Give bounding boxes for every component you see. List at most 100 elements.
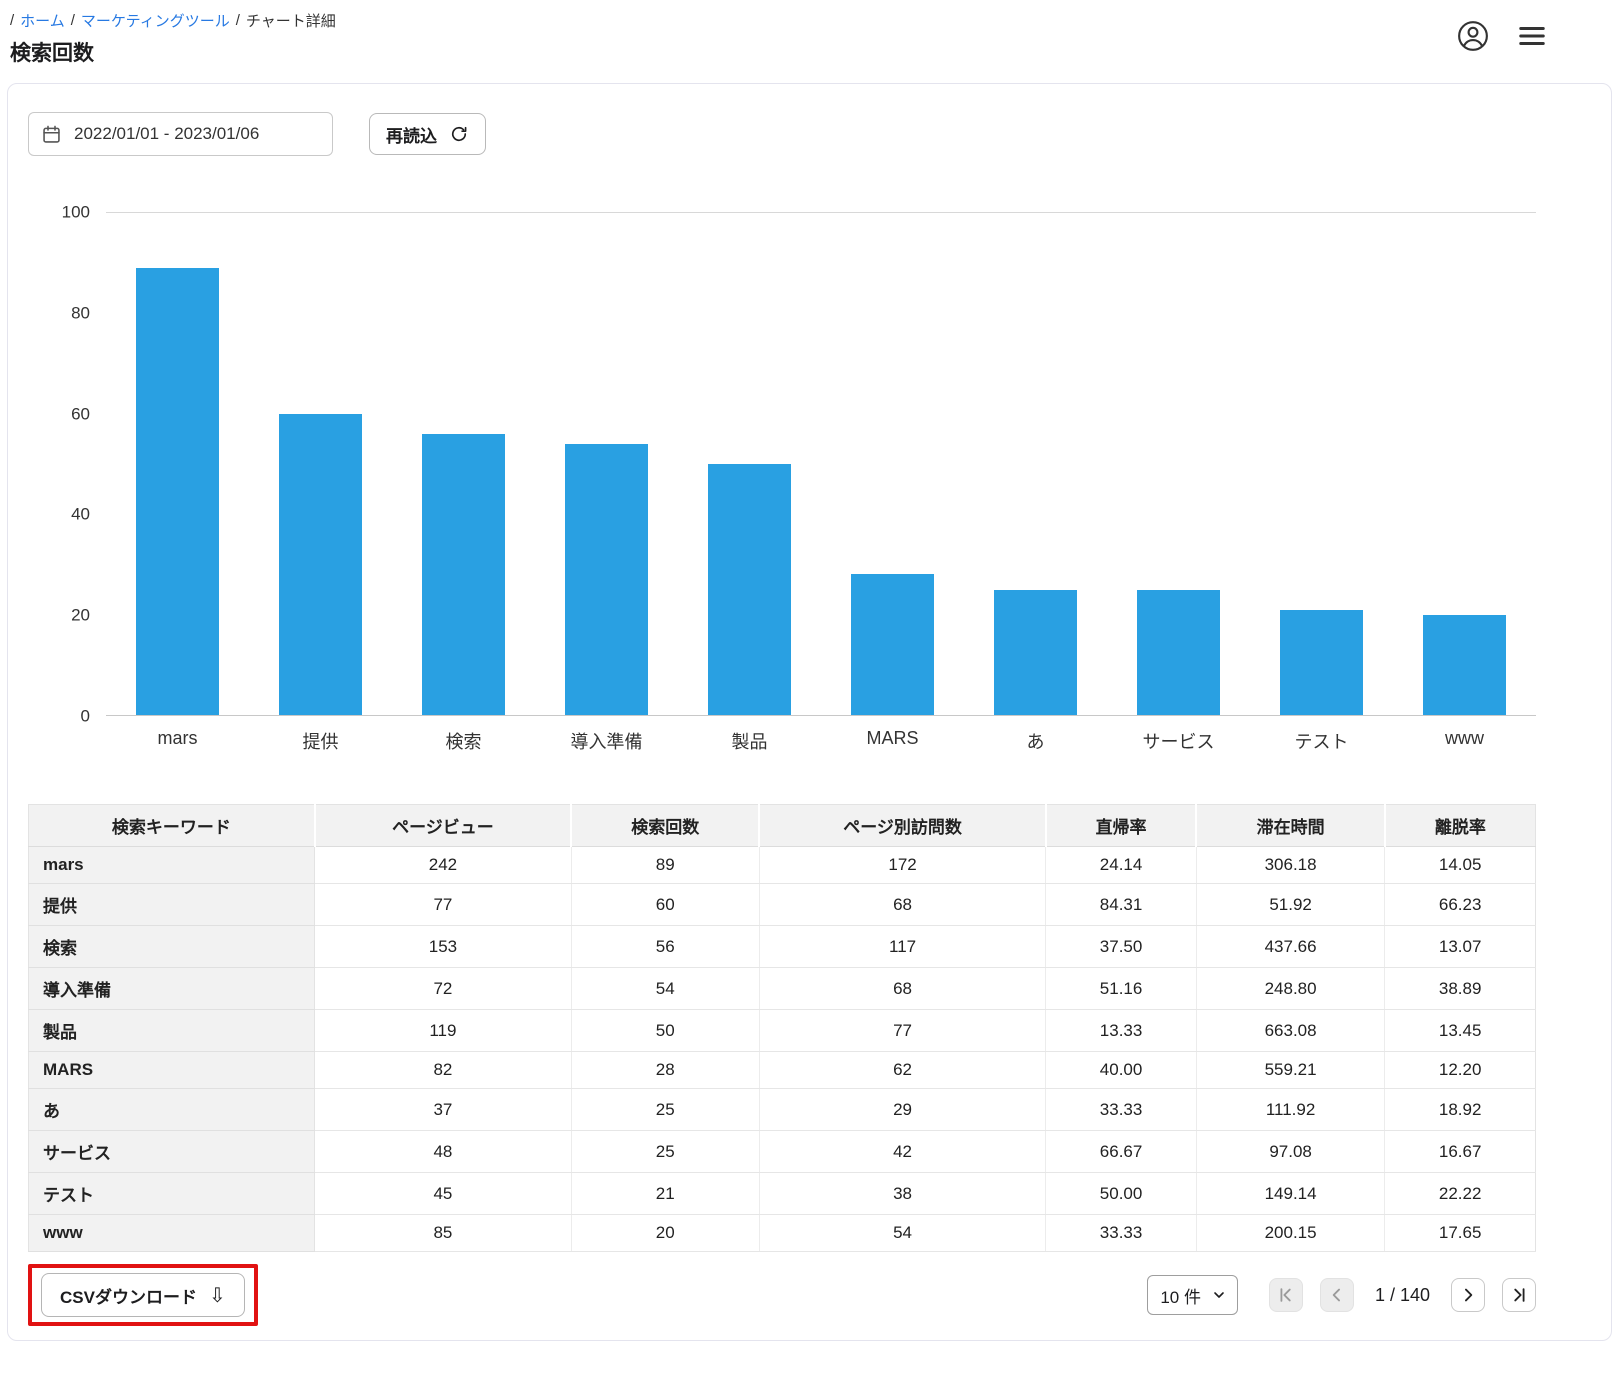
column-header: 直帰率 [1045,804,1198,847]
value-cell: 200.15 [1196,1214,1386,1252]
keyword-table: 検索キーワード ページビュー 検索回数 ページ別訪問数 直帰率 滞在時間 離脱率 mars 2… [28,804,1536,1252]
bar-あ[interactable] [994,589,1077,715]
value-cell: 21 [571,1172,760,1215]
bar-mars[interactable] [136,268,219,715]
value-cell: 85 [314,1214,572,1252]
value-cell: 60 [571,883,760,926]
table-row: www 85 20 54 33.33 200.15 17.65 [28,1214,1536,1252]
value-cell: 153 [314,925,572,968]
x-axis-label: www [1445,728,1484,748]
user-account-icon[interactable] [1457,20,1489,52]
bar-slot [249,213,392,715]
table-row: 製品 119 50 77 13.33 663.08 13.45 [28,1009,1536,1052]
keyword-cell: サービス [28,1130,316,1173]
keyword-cell: あ [28,1088,316,1131]
value-cell: 25 [571,1088,760,1131]
main-card: 2022/01/01 - 2023/01/06 再読込 0 20 40 60 80 100… [7,83,1612,1341]
first-page-button[interactable] [1268,1278,1303,1312]
y-axis-tick-label: 60 [71,404,90,424]
chevron-right-icon [1465,1288,1473,1302]
table-footer: CSVダウンロード ⇩ 10 件 1 / 140 [28,1264,1536,1326]
chart-y-axis: 0 20 40 60 80 100 [28,204,106,725]
x-axis-label: テスト [1294,732,1349,752]
bar-テスト[interactable] [1280,609,1363,715]
value-cell: 12.20 [1384,1051,1536,1089]
reload-button[interactable]: 再読込 [369,113,486,155]
date-range-value: 2022/01/01 - 2023/01/06 [74,124,260,143]
column-header: 滞在時間 [1196,804,1386,847]
bar-slot [1107,213,1250,715]
x-axis-label: あ [1026,732,1045,752]
bar-slot [535,213,678,715]
pagination: 10 件 1 / 140 [1147,1275,1536,1315]
column-header: 検索キーワード [28,804,316,847]
keyword-cell: 製品 [28,1009,316,1052]
csv-download-button[interactable]: CSVダウンロード ⇩ [41,1273,245,1317]
value-cell: 20 [571,1214,760,1252]
value-cell: 77 [759,1009,1047,1052]
breadcrumb-item[interactable]: マーケティングツール [81,10,230,31]
keyword-cell: 提供 [28,883,316,926]
value-cell: 38 [759,1172,1047,1215]
bar-www[interactable] [1423,614,1506,715]
table-row: mars 242 89 172 24.14 306.18 14.05 [28,846,1536,884]
previous-page-button[interactable] [1319,1278,1354,1312]
chart-plot-area [106,212,1536,716]
chart-toolbar: 2022/01/01 - 2023/01/06 再読込 [28,112,1536,156]
value-cell: 97.08 [1196,1130,1386,1173]
value-cell: 68 [759,883,1047,926]
csv-download-label: CSVダウンロード [60,1287,197,1307]
bar-slot [1393,213,1536,715]
bar-導入準備[interactable] [565,443,648,715]
page-size-select[interactable]: 10 件 [1147,1275,1238,1315]
value-cell: 33.33 [1045,1088,1197,1131]
chevron-left-icon [1332,1288,1340,1302]
bar-MARS[interactable] [851,574,934,715]
bar-chart: 0 20 40 60 80 100 mars 提供 検索 導入準備 製品 MARS あ サービス テスト w… [28,204,1536,754]
x-axis-label: 提供 [302,732,339,752]
table-header-row: 検索キーワード ページビュー 検索回数 ページ別訪問数 直帰率 滞在時間 離脱率 [28,804,1536,847]
y-axis-tick-label: 40 [71,504,90,524]
value-cell: 306.18 [1196,846,1386,884]
value-cell: 13.45 [1384,1009,1536,1052]
breadcrumb-separator: / [70,12,75,29]
bar-製品[interactable] [708,464,791,715]
keyword-cell: テスト [28,1172,316,1215]
y-axis-tick-label: 0 [80,706,90,726]
reload-button-label: 再読込 [386,126,437,146]
chevron-down-icon [1214,1292,1224,1298]
keyword-cell: MARS [28,1051,316,1089]
x-axis-label: MARS [866,728,919,748]
value-cell: 51.16 [1045,967,1197,1010]
column-header: 離脱率 [1384,804,1536,847]
y-axis-tick-label: 100 [61,202,90,222]
date-range-picker[interactable]: 2022/01/01 - 2023/01/06 [28,112,333,156]
value-cell: 56 [571,925,760,968]
bar-検索[interactable] [422,433,505,715]
value-cell: 54 [759,1214,1047,1252]
last-page-icon [1514,1288,1525,1302]
value-cell: 14.05 [1384,846,1536,884]
value-cell: 68 [759,967,1047,1010]
top-bar-left: / ホーム / マーケティングツール / チャート詳細 検索回数 [10,10,336,67]
value-cell: 38.89 [1384,967,1536,1010]
bar-提供[interactable] [279,413,362,715]
value-cell: 16.67 [1384,1130,1536,1173]
next-page-button[interactable] [1451,1278,1485,1312]
value-cell: 66.23 [1384,883,1536,926]
value-cell: 50.00 [1045,1172,1197,1215]
bar-slot [1250,213,1393,715]
value-cell: 248.80 [1196,967,1386,1010]
first-page-icon [1280,1288,1291,1302]
table-row: 提供 77 60 68 84.31 51.92 66.23 [28,883,1536,926]
bar-サービス[interactable] [1137,589,1220,715]
bar-slot [106,213,249,715]
value-cell: 66.67 [1045,1130,1197,1173]
table-row: サービス 48 25 42 66.67 97.08 16.67 [28,1130,1536,1173]
breadcrumb-item[interactable]: ホーム [20,10,65,31]
keyword-cell: www [28,1214,316,1252]
last-page-button[interactable] [1502,1278,1536,1312]
hamburger-menu-icon[interactable] [1515,21,1549,51]
table-row: テスト 45 21 38 50.00 149.14 22.22 [28,1172,1536,1215]
value-cell: 13.33 [1045,1009,1197,1052]
